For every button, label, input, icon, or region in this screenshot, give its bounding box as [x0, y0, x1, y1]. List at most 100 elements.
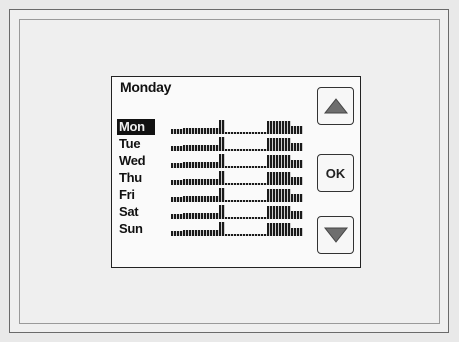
schedule-bar — [282, 121, 285, 134]
schedule-bar — [294, 126, 297, 134]
up-triangle-icon — [323, 98, 348, 114]
schedule-bar — [273, 172, 276, 185]
schedule-bar — [192, 162, 195, 168]
schedule-bar — [186, 179, 189, 185]
schedule-bar — [216, 128, 219, 134]
schedule-bar — [246, 166, 249, 168]
schedule-bar — [222, 171, 225, 185]
schedule-bar — [285, 206, 288, 219]
schedule-bar — [171, 214, 174, 219]
schedule-bar — [210, 145, 213, 151]
schedule-bar — [189, 179, 192, 185]
down-triangle-icon — [323, 227, 348, 243]
schedule-bar — [267, 155, 270, 168]
schedule-bar — [198, 128, 201, 134]
schedule-bar — [192, 196, 195, 202]
schedule-bar — [276, 121, 279, 134]
schedule-bar — [255, 200, 258, 202]
schedule-bar — [255, 217, 258, 219]
day-row-sat[interactable]: Sat — [117, 204, 307, 221]
day-label: Sun — [119, 221, 143, 236]
schedule-bar — [246, 132, 249, 134]
schedule-bar — [231, 217, 234, 219]
schedule-bar — [252, 200, 255, 202]
schedule-bar — [213, 162, 216, 168]
schedule-bar — [231, 200, 234, 202]
day-row-wed[interactable]: Wed — [117, 153, 307, 170]
schedule-bar — [189, 128, 192, 134]
schedule-bar — [219, 222, 222, 236]
schedule-bar — [237, 166, 240, 168]
schedule-bar — [225, 183, 228, 185]
schedule-bar — [225, 217, 228, 219]
schedule-bar — [270, 138, 273, 151]
schedule-bar — [273, 206, 276, 219]
schedule-bar — [228, 183, 231, 185]
schedule-bar — [231, 183, 234, 185]
schedule-bar — [261, 217, 264, 219]
schedule-bar — [207, 196, 210, 202]
schedule-bar — [225, 166, 228, 168]
schedule-bar — [279, 223, 282, 236]
schedule-bar — [240, 132, 243, 134]
schedule-bar — [279, 155, 282, 168]
schedule-bar — [258, 132, 261, 134]
schedule-bar — [273, 138, 276, 151]
schedule-bar — [231, 166, 234, 168]
schedule-bar — [243, 217, 246, 219]
schedule-bar — [264, 217, 267, 219]
schedule-bar — [270, 172, 273, 185]
day-row-mon[interactable]: Mon — [117, 119, 307, 136]
schedule-bar — [246, 149, 249, 151]
schedule-bar — [180, 146, 183, 151]
schedule-bar — [174, 214, 177, 219]
day-label: Fri — [119, 187, 135, 202]
schedule-bar — [207, 128, 210, 134]
schedule-bar — [228, 166, 231, 168]
schedule-bar — [204, 213, 207, 219]
schedule-bar — [222, 120, 225, 134]
scroll-up-button[interactable] — [317, 87, 354, 125]
schedule-bar — [210, 162, 213, 168]
day-row-sun[interactable]: Sun — [117, 221, 307, 238]
schedule-bar — [201, 128, 204, 134]
schedule-bar — [180, 214, 183, 219]
schedule-bar — [213, 213, 216, 219]
schedule-bar — [300, 143, 303, 151]
schedule-bar — [300, 228, 303, 236]
schedule-bar — [288, 155, 291, 168]
schedule-bar — [261, 149, 264, 151]
schedule-bar — [246, 200, 249, 202]
schedule-bar — [186, 196, 189, 202]
schedule-bar — [216, 196, 219, 202]
schedule-bar — [192, 230, 195, 236]
schedule-bar — [171, 129, 174, 134]
schedule-bar — [297, 126, 300, 134]
schedule-bar — [276, 206, 279, 219]
day-row-thu[interactable]: Thu — [117, 170, 307, 187]
schedule-bar — [216, 179, 219, 185]
day-row-tue[interactable]: Tue — [117, 136, 307, 153]
schedule-bars — [171, 171, 303, 185]
day-row-fri[interactable]: Fri — [117, 187, 307, 204]
ok-button[interactable]: OK — [317, 154, 354, 192]
schedule-bar — [246, 183, 249, 185]
schedule-bar — [219, 205, 222, 219]
schedule-bar — [216, 145, 219, 151]
schedule-bar — [216, 230, 219, 236]
schedule-bar — [300, 126, 303, 134]
schedule-bar — [252, 132, 255, 134]
schedule-bar — [222, 154, 225, 168]
schedule-bar — [252, 149, 255, 151]
day-list: Mon Tue Wed Thu Fri Sat Sun — [117, 119, 307, 238]
schedule-bar — [186, 213, 189, 219]
scroll-down-button[interactable] — [317, 216, 354, 254]
schedule-bar — [270, 155, 273, 168]
schedule-bar — [270, 189, 273, 202]
schedule-bar — [204, 179, 207, 185]
schedule-bar — [234, 183, 237, 185]
schedule-bar — [300, 194, 303, 202]
schedule-bar — [183, 145, 186, 151]
schedule-bar — [237, 234, 240, 236]
schedule-bar — [183, 128, 186, 134]
